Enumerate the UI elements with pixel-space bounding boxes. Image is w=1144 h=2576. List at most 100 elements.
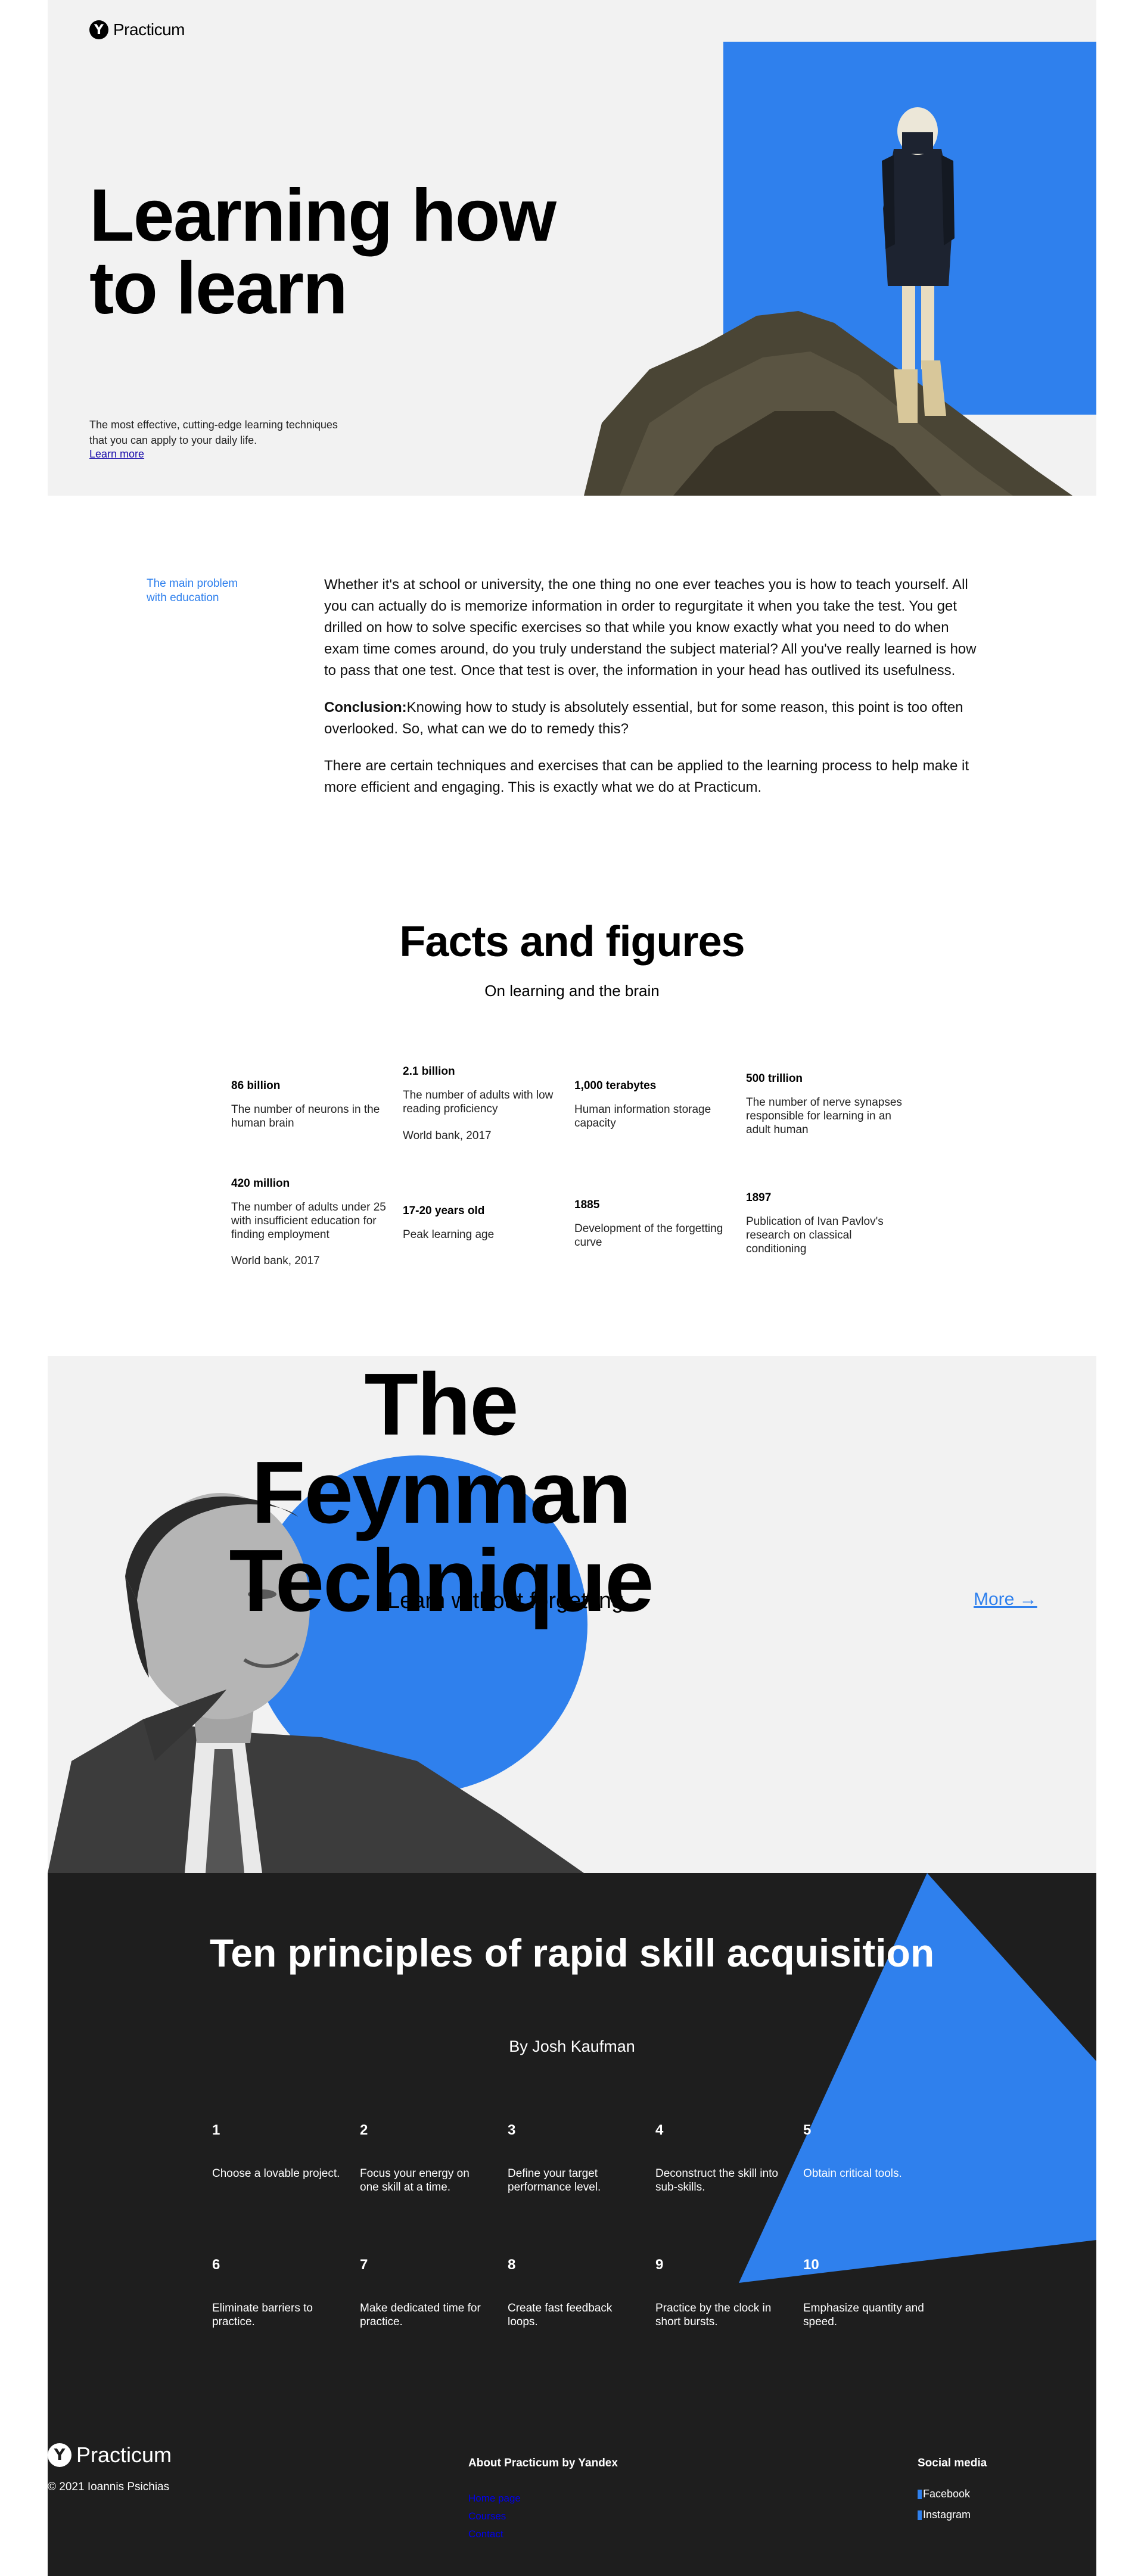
principle-number: 9 — [655, 2257, 664, 2273]
hero-title: Learning how to learn — [89, 175, 557, 329]
footer-logo[interactable]: Y Practicum — [48, 2443, 172, 2468]
facts-title: Facts and figures — [399, 918, 745, 966]
fact-value: 1897 — [746, 1191, 772, 1204]
instagram-icon — [918, 2510, 922, 2520]
problem-paragraph-1: Whether it's at school or university, th… — [324, 577, 977, 679]
copyright: © 2021 Ioannis Psichias — [48, 2481, 170, 2493]
principles-title-text: Ten principles of rapid skill acquisitio… — [209, 1931, 935, 1975]
feynman-title: The Feynman Technique — [229, 1356, 654, 1630]
fact-item: 2.1 billion The number of adults with lo… — [403, 1065, 564, 1143]
principle-text: Emphasize quantity and speed. — [803, 2302, 924, 2328]
fact-item: 1885 Development of the forgetting curve — [574, 1199, 735, 1250]
facebook-icon — [918, 2489, 922, 2499]
principle-item: 3 Define your target performance level. — [508, 2122, 639, 2195]
principle-number: 7 — [360, 2257, 368, 2273]
principle-text: Define your target performance level. — [508, 2167, 601, 2194]
social-label: Facebook — [923, 2488, 971, 2500]
principle-text: Focus your energy on one skill at a time… — [360, 2167, 470, 2194]
principle-item: 2 Focus your energy on one skill at a ti… — [360, 2122, 491, 2195]
principle-number: 8 — [508, 2257, 516, 2273]
principle-number: 2 — [360, 2122, 368, 2138]
principle-number: 1 — [212, 2122, 220, 2138]
footer-link-home[interactable]: Home page — [468, 2493, 521, 2505]
social-instagram[interactable]: Instagram — [918, 2509, 971, 2521]
principle-text: Eliminate barriers to practice. — [212, 2302, 313, 2328]
fact-description: The number of nerve synapses responsible… — [746, 1096, 902, 1136]
principle-item: 8 Create fast feedback loops. — [508, 2257, 639, 2329]
fact-source: World bank, 2017 — [231, 1255, 320, 1268]
fact-value: 1,000 terabytes — [574, 1079, 657, 1092]
principle-number: 4 — [655, 2122, 664, 2138]
blue-triangle — [739, 1873, 1096, 2283]
principle-item: 9 Practice by the clock in short bursts. — [655, 2257, 786, 2329]
fact-item: 1,000 terabytes Human information storag… — [574, 1079, 735, 1131]
fact-item: 420 million The number of adults under 2… — [231, 1177, 392, 1268]
principles-section: Ten principles of rapid skill acquisitio… — [48, 1873, 1096, 2576]
fact-item: 1897 Publication of Ivan Pavlov's resear… — [746, 1191, 907, 1256]
fact-description: Publication of Ivan Pavlov's research on… — [746, 1215, 884, 1255]
principles-title: Ten principles of rapid skill acquisitio… — [48, 1930, 1096, 1976]
fact-description: The number of adults with low reading pr… — [403, 1089, 554, 1115]
problem-paragraph-2: Conclusion:Knowing how to study is absol… — [324, 697, 986, 740]
fact-item: 86 billion The number of neurons in the … — [231, 1079, 392, 1131]
social-facebook[interactable]: Facebook — [918, 2488, 971, 2500]
principles-author: By Josh Kaufman — [509, 2037, 635, 2055]
about-heading: About Practicum by Yandex — [468, 2457, 618, 2469]
fact-item: 17-20 years old Peak learning age — [403, 1205, 564, 1242]
conclusion-text: Knowing how to study is absolutely essen… — [324, 699, 963, 737]
brand-logo[interactable]: Y Practicum — [89, 20, 185, 39]
practicum-logo-icon: Y — [89, 20, 108, 39]
principle-number: 3 — [508, 2122, 516, 2138]
fact-value: 420 million — [231, 1177, 290, 1190]
fact-value: 500 trillion — [746, 1072, 803, 1085]
principle-text: Deconstruct the skill into sub-skills. — [655, 2167, 778, 2194]
fact-value: 86 billion — [231, 1079, 281, 1092]
brand-name: Practicum — [113, 20, 185, 39]
practicum-logo-icon: Y — [48, 2443, 72, 2467]
fact-description: The number of adults under 25 with insuf… — [231, 1201, 386, 1241]
fact-description: Peak learning age — [403, 1228, 495, 1241]
principle-number: 6 — [212, 2257, 220, 2273]
principle-number: 10 — [803, 2257, 819, 2273]
problem-label: The main problem with education — [147, 577, 238, 604]
conclusion-label: Conclusion: — [324, 699, 407, 715]
principle-item: 6 Eliminate barriers to practice. — [212, 2257, 343, 2329]
footer-link-courses[interactable]: Courses — [468, 2510, 521, 2522]
facts-subtitle: On learning and the brain — [484, 982, 660, 1000]
fact-description: Human information storage capacity — [574, 1103, 711, 1130]
feynman-subtitle: Learn without forgetting. — [387, 1588, 630, 1613]
principle-text: Choose a lovable project. — [212, 2167, 340, 2180]
principle-item: 4 Deconstruct the skill into sub-skills. — [655, 2122, 786, 2195]
social-links: Facebook Instagram — [918, 2488, 971, 2530]
footer-brand-name: Practicum — [76, 2443, 172, 2467]
principle-text: Create fast feedback loops. — [508, 2302, 613, 2328]
principle-item: 7 Make dedicated time for practice. — [360, 2257, 491, 2329]
page: Y Practicum Learning how to learn The mo… — [48, 0, 1096, 2576]
fact-description: The number of neurons in the human brain — [231, 1103, 380, 1130]
fact-value: 17-20 years old — [403, 1205, 485, 1217]
problem-paragraph-3: There are certain techniques and exercis… — [324, 758, 969, 795]
principle-text: Obtain critical tools. — [803, 2167, 902, 2180]
principle-item: 5 Obtain critical tools. — [803, 2122, 934, 2181]
principle-text: Practice by the clock in short bursts. — [655, 2302, 772, 2328]
principle-item: 1 Choose a lovable project. — [212, 2122, 343, 2181]
feynman-section: The Feynman Technique Learn without forg… — [48, 1356, 1096, 1873]
principle-item: 10 Emphasize quantity and speed. — [803, 2257, 934, 2329]
hero-illustration — [584, 107, 1072, 496]
fact-source: World bank, 2017 — [403, 1129, 492, 1142]
fact-value: 1885 — [574, 1199, 600, 1211]
social-label: Instagram — [923, 2509, 971, 2521]
hero-subtitle: The most effective, cutting-edge learnin… — [89, 419, 338, 447]
social-heading: Social media — [918, 2457, 987, 2469]
problem-text: Whether it's at school or university, th… — [324, 574, 986, 814]
fact-description: Development of the forgetting curve — [574, 1222, 723, 1249]
principle-text: Make dedicated time for practice. — [360, 2302, 481, 2328]
fact-item: 500 trillion The number of nerve synapse… — [746, 1072, 907, 1137]
hero-section: Y Practicum Learning how to learn The mo… — [48, 0, 1096, 496]
learn-more-link[interactable]: Learn more — [89, 448, 144, 461]
footer-link-contact[interactable]: Contact — [468, 2528, 521, 2540]
about-links: Home page Courses Contact — [468, 2493, 521, 2546]
principle-number: 5 — [803, 2122, 812, 2138]
fact-value: 2.1 billion — [403, 1065, 455, 1078]
more-link[interactable]: More → — [974, 1589, 1037, 1610]
